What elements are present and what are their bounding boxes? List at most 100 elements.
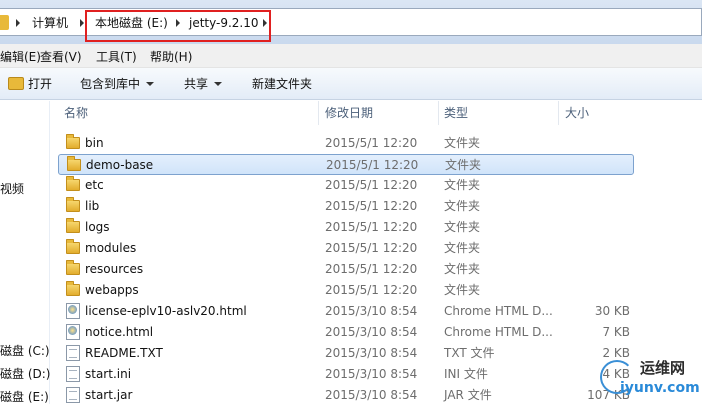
file-type: 文件夹 (444, 220, 481, 234)
column-header-type[interactable]: 类型 (444, 104, 468, 122)
share-label: 共享 (184, 77, 209, 91)
address-bar-area: 计算机 本地磁盘 (E:) jetty-9.2.10 (0, 0, 702, 44)
file-row[interactable]: start.ini 2015/3/10 8:54 INI 文件 4 KB (58, 364, 634, 385)
file-name: README.TXT (85, 346, 163, 360)
menu-help[interactable]: 帮助(H) (150, 49, 192, 65)
file-date: 2015/5/1 12:20 (325, 262, 418, 276)
file-date: 2015/5/1 12:20 (325, 283, 418, 297)
file-date: 2015/5/1 12:20 (325, 136, 418, 150)
share-button[interactable]: 共享 (184, 76, 223, 92)
file-date: 2015/5/1 12:20 (325, 178, 418, 192)
column-header-name[interactable]: 名称 (64, 104, 88, 122)
file-type: Chrome HTML D... (444, 325, 553, 339)
jar-file-icon (66, 387, 80, 403)
file-row[interactable]: bin 2015/5/1 12:20 文件夹 (58, 133, 634, 154)
file-type: 文件夹 (444, 199, 481, 213)
folder-icon (66, 197, 80, 212)
file-size (558, 219, 630, 235)
watermark-title: 运维网 (640, 359, 686, 377)
watermark-url: iyunv.com (620, 380, 700, 396)
file-size (558, 261, 630, 277)
file-date: 2015/3/10 8:54 (325, 346, 418, 360)
column-divider[interactable] (438, 101, 439, 125)
file-name: lib (85, 199, 100, 213)
chevron-right-icon[interactable] (80, 19, 84, 27)
file-type: 文件夹 (444, 262, 481, 276)
file-date: 2015/5/1 12:20 (325, 220, 418, 234)
file-name: bin (85, 136, 104, 150)
dropdown-arrow-icon (146, 82, 155, 86)
new-folder-button[interactable]: 新建文件夹 (252, 76, 312, 92)
column-divider[interactable] (558, 101, 559, 125)
file-date: 2015/3/10 8:54 (325, 325, 418, 339)
file-row[interactable]: lib 2015/5/1 12:20 文件夹 (58, 196, 634, 217)
file-row[interactable]: webapps 2015/5/1 12:20 文件夹 (58, 280, 634, 301)
file-date: 2015/5/1 12:20 (326, 158, 419, 172)
nav-item-videos[interactable]: 视频 (0, 181, 24, 197)
text-file-icon (66, 345, 80, 361)
file-size: 30 KB (594, 304, 630, 318)
html-file-icon (66, 324, 80, 340)
command-bar: 打开 包含到库中 共享 新建文件夹 (0, 68, 702, 100)
ini-file-icon (66, 366, 80, 382)
column-header-size[interactable]: 大小 (565, 104, 589, 122)
red-highlight-box (85, 10, 271, 42)
file-row[interactable]: notice.html 2015/3/10 8:54 Chrome HTML D..… (58, 322, 634, 343)
folder-icon (66, 239, 80, 254)
file-size: 2 KB (602, 346, 630, 360)
file-date: 2015/5/1 12:20 (325, 199, 418, 213)
dropdown-arrow-icon (214, 82, 223, 86)
folder-icon (66, 218, 80, 233)
file-name: start.ini (85, 367, 132, 381)
file-row[interactable]: resources 2015/5/1 12:20 文件夹 (58, 259, 634, 280)
file-size (558, 240, 630, 256)
file-row[interactable]: README.TXT 2015/3/10 8:54 TXT 文件 2 KB (58, 343, 634, 364)
include-in-library-button[interactable]: 包含到库中 (80, 76, 155, 92)
file-name: license-eplv10-aslv20.html (85, 304, 247, 318)
open-folder-icon (8, 77, 24, 90)
file-name: start.jar (85, 388, 133, 402)
file-type: Chrome HTML D... (444, 304, 553, 318)
folder-icon (66, 260, 80, 275)
file-date: 2015/3/10 8:54 (325, 304, 418, 318)
file-date: 2015/3/10 8:54 (325, 388, 418, 402)
file-name: notice.html (85, 325, 154, 339)
breadcrumb-computer[interactable]: 计算机 (32, 15, 68, 31)
menu-tools[interactable]: 工具(T) (96, 49, 137, 65)
file-type: 文件夹 (444, 178, 481, 192)
folder-icon (66, 176, 80, 191)
folder-icon (66, 281, 80, 296)
nav-item-disk-d[interactable]: 磁盘 (D:) (0, 366, 50, 382)
menu-edit[interactable]: 编辑(E) (0, 49, 41, 65)
file-size (558, 282, 630, 298)
nav-item-disk-e[interactable]: 磁盘 (E:) (0, 389, 49, 404)
file-type: 文件夹 (445, 158, 482, 172)
file-name: webapps (85, 283, 139, 297)
file-name: resources (85, 262, 144, 276)
file-name: etc (85, 178, 104, 192)
file-type: JAR 文件 (444, 388, 492, 402)
file-name: logs (85, 220, 110, 234)
column-header-date[interactable]: 修改日期 (325, 104, 373, 122)
menu-view[interactable]: 查看(V) (40, 49, 82, 65)
file-row[interactable]: license-eplv10-aslv20.html 2015/3/10 8:54… (58, 301, 634, 322)
file-size (558, 198, 630, 214)
menu-bar: 编辑(E) 查看(V) 工具(T) 帮助(H) (0, 44, 702, 68)
file-size: 7 KB (602, 325, 630, 339)
file-row[interactable]: demo-base 2015/5/1 12:20 文件夹 (58, 154, 634, 175)
open-button[interactable]: 打开 (28, 76, 52, 92)
file-size (558, 135, 630, 151)
chevron-right-icon[interactable] (16, 19, 20, 27)
file-size (559, 157, 631, 173)
file-row[interactable]: modules 2015/5/1 12:20 文件夹 (58, 238, 634, 259)
file-row[interactable]: etc 2015/5/1 12:20 文件夹 (58, 175, 634, 196)
file-type: 文件夹 (444, 283, 481, 297)
file-type: 文件夹 (444, 241, 481, 255)
file-type: 文件夹 (444, 136, 481, 150)
file-row[interactable]: start.jar 2015/3/10 8:54 JAR 文件 107 KB (58, 385, 634, 404)
nav-item-disk-c[interactable]: 磁盘 (C:) (0, 343, 50, 359)
folder-icon (0, 15, 9, 30)
folder-icon (67, 156, 81, 171)
column-divider[interactable] (318, 101, 319, 125)
file-row[interactable]: logs 2015/5/1 12:20 文件夹 (58, 217, 634, 238)
